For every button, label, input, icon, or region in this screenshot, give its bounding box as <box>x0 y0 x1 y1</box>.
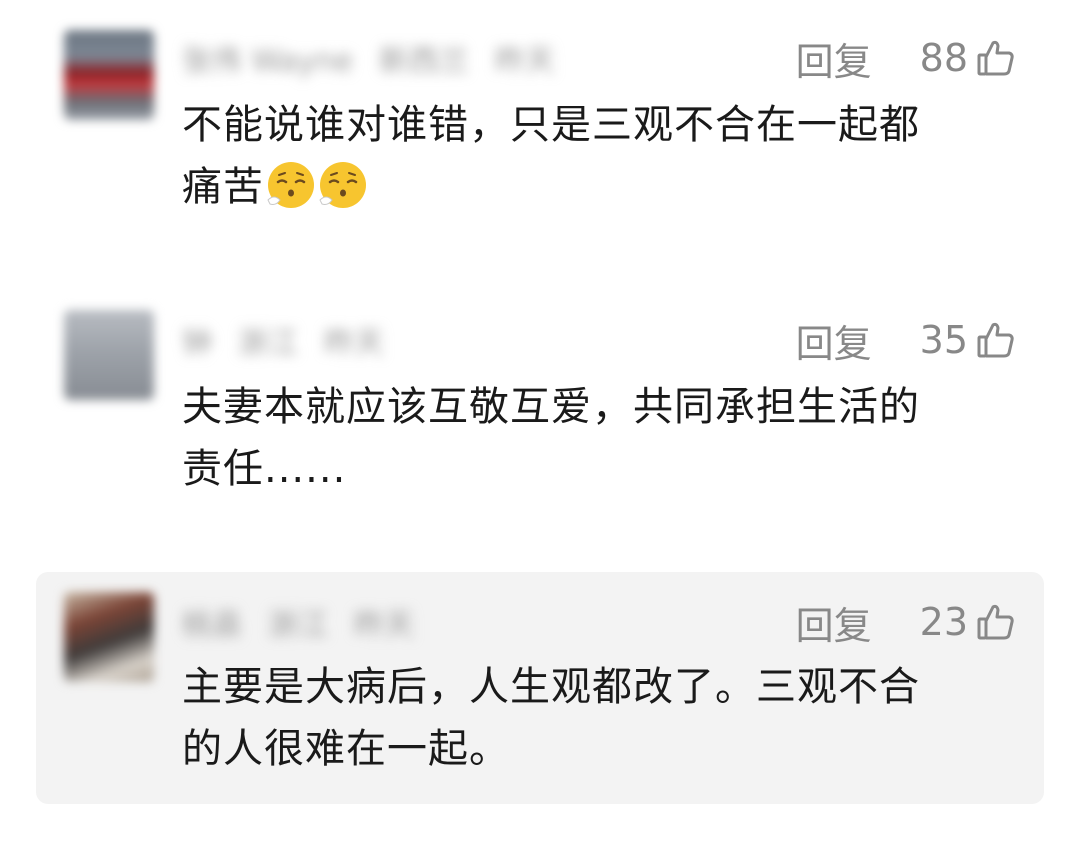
comment-text-line: 不能说谁对谁错，只是三观不合在一起都 <box>182 102 920 148</box>
comment-actions: 回复 88 <box>796 31 1016 86</box>
timestamp: 昨天 <box>354 608 414 643</box>
reply-button[interactable]: 回复 <box>796 31 872 86</box>
avatar[interactable] <box>64 310 154 400</box>
comment-text-line-2: 责任...... <box>182 446 347 492</box>
like-count: 88 <box>919 36 968 80</box>
avatar[interactable] <box>64 592 154 682</box>
location: 新西兰 <box>378 44 469 79</box>
location: 浙江 <box>238 326 298 361</box>
like-count: 23 <box>919 600 968 644</box>
comment-author-meta: 桃县 浙江 昨天 <box>182 600 414 644</box>
thumbs-up-icon[interactable] <box>976 38 1016 78</box>
username[interactable]: 桃县 <box>182 600 242 644</box>
comment-author-meta: 张伟 Wayne 新西兰 昨天 <box>182 36 555 80</box>
comment-text-line-2: 痛苦 <box>182 156 1002 218</box>
comment-text: 夫妻本就应该互敬互爱，共同承担生活的 责任...... <box>182 376 1002 500</box>
comment-text-fragment: 痛苦 <box>182 164 264 210</box>
thumbs-up-icon[interactable] <box>976 320 1016 360</box>
comment-actions: 回复 35 <box>796 313 1016 368</box>
exhale-face-icon <box>266 160 316 210</box>
username[interactable]: 张伟 Wayne <box>182 36 353 80</box>
comment-author-meta: 钟 浙江 昨天 <box>182 318 384 362</box>
username[interactable]: 钟 <box>182 318 212 362</box>
comment-text: 主要是大病后，人生观都改了。三观不合 的人很难在一起。 <box>182 656 1002 780</box>
timestamp: 昨天 <box>324 326 384 361</box>
comment-actions: 回复 23 <box>796 595 1016 650</box>
thumbs-up-icon[interactable] <box>976 602 1016 642</box>
exhale-face-icon <box>318 160 368 210</box>
timestamp: 昨天 <box>494 44 555 79</box>
location: 浙江 <box>268 608 328 643</box>
comment-text-line: 夫妻本就应该互敬互爱，共同承担生活的 <box>182 384 920 430</box>
comment-text-line: 主要是大病后，人生观都改了。三观不合 <box>182 664 920 710</box>
reply-button[interactable]: 回复 <box>796 595 872 650</box>
reply-button[interactable]: 回复 <box>796 313 872 368</box>
comment-text-line-2: 的人很难在一起。 <box>182 726 510 772</box>
like-count: 35 <box>919 318 968 362</box>
comment-text: 不能说谁对谁错，只是三观不合在一起都 痛苦 <box>182 94 1002 218</box>
avatar[interactable] <box>64 30 154 120</box>
